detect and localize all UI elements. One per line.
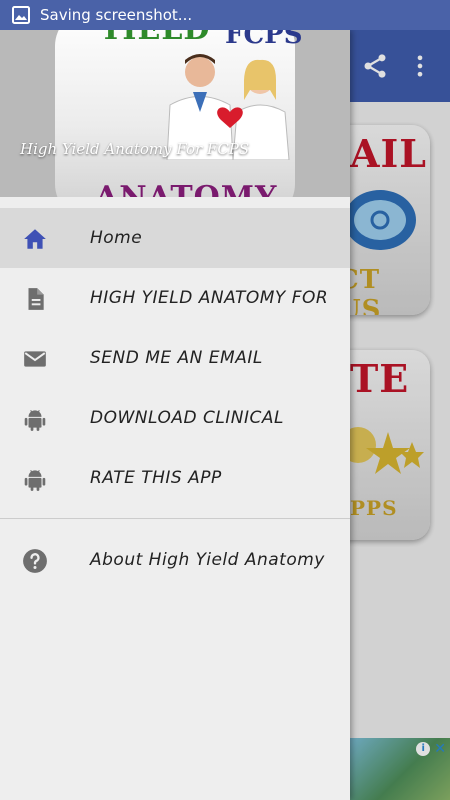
header-logo-yield: YIELD bbox=[100, 30, 210, 47]
status-bar: Saving screenshot... bbox=[0, 0, 450, 30]
drawer-menu: Home HIGH YIELD ANATOMY FOR SEND ME AN E… bbox=[0, 208, 350, 590]
image-icon bbox=[12, 6, 30, 24]
navigation-drawer: YIELD FCPS ANATOMY High Yield Anatomy Fo… bbox=[0, 30, 350, 800]
menu-item-label: HIGH YIELD ANATOMY FOR bbox=[90, 288, 329, 308]
menu-item-rate-app[interactable]: RATE THIS APP bbox=[0, 448, 350, 508]
menu-item-label: DOWNLOAD CLINICAL bbox=[90, 408, 285, 428]
document-icon bbox=[28, 288, 44, 310]
help-icon bbox=[23, 549, 47, 573]
menu-item-label: SEND ME AN EMAIL bbox=[90, 348, 263, 368]
header-logo-anatomy: ANATOMY bbox=[95, 180, 277, 197]
status-text: Saving screenshot... bbox=[40, 6, 193, 24]
menu-item-label: RATE THIS APP bbox=[90, 468, 222, 488]
menu-item-label: About High Yield Anatomy bbox=[90, 550, 325, 570]
menu-item-send-email[interactable]: SEND ME AN EMAIL bbox=[0, 328, 350, 388]
menu-item-home[interactable]: Home bbox=[0, 208, 350, 268]
android-icon bbox=[24, 470, 46, 491]
menu-item-about[interactable]: About High Yield Anatomy bbox=[0, 530, 350, 590]
menu-item-download-clinical[interactable]: DOWNLOAD CLINICAL bbox=[0, 388, 350, 448]
android-icon bbox=[24, 410, 46, 431]
menu-item-high-yield-anatomy[interactable]: HIGH YIELD ANATOMY FOR bbox=[0, 268, 350, 328]
header-logo-fcps: FCPS bbox=[225, 30, 303, 50]
email-icon bbox=[24, 351, 46, 367]
header-logo-card: YIELD FCPS ANATOMY bbox=[55, 30, 302, 197]
drawer-header: YIELD FCPS ANATOMY High Yield Anatomy Fo… bbox=[0, 30, 350, 197]
menu-item-label: Home bbox=[90, 228, 143, 248]
menu-divider bbox=[0, 518, 350, 519]
drawer-header-title: High Yield Anatomy For FCPS bbox=[20, 140, 250, 158]
home-icon bbox=[24, 229, 46, 249]
